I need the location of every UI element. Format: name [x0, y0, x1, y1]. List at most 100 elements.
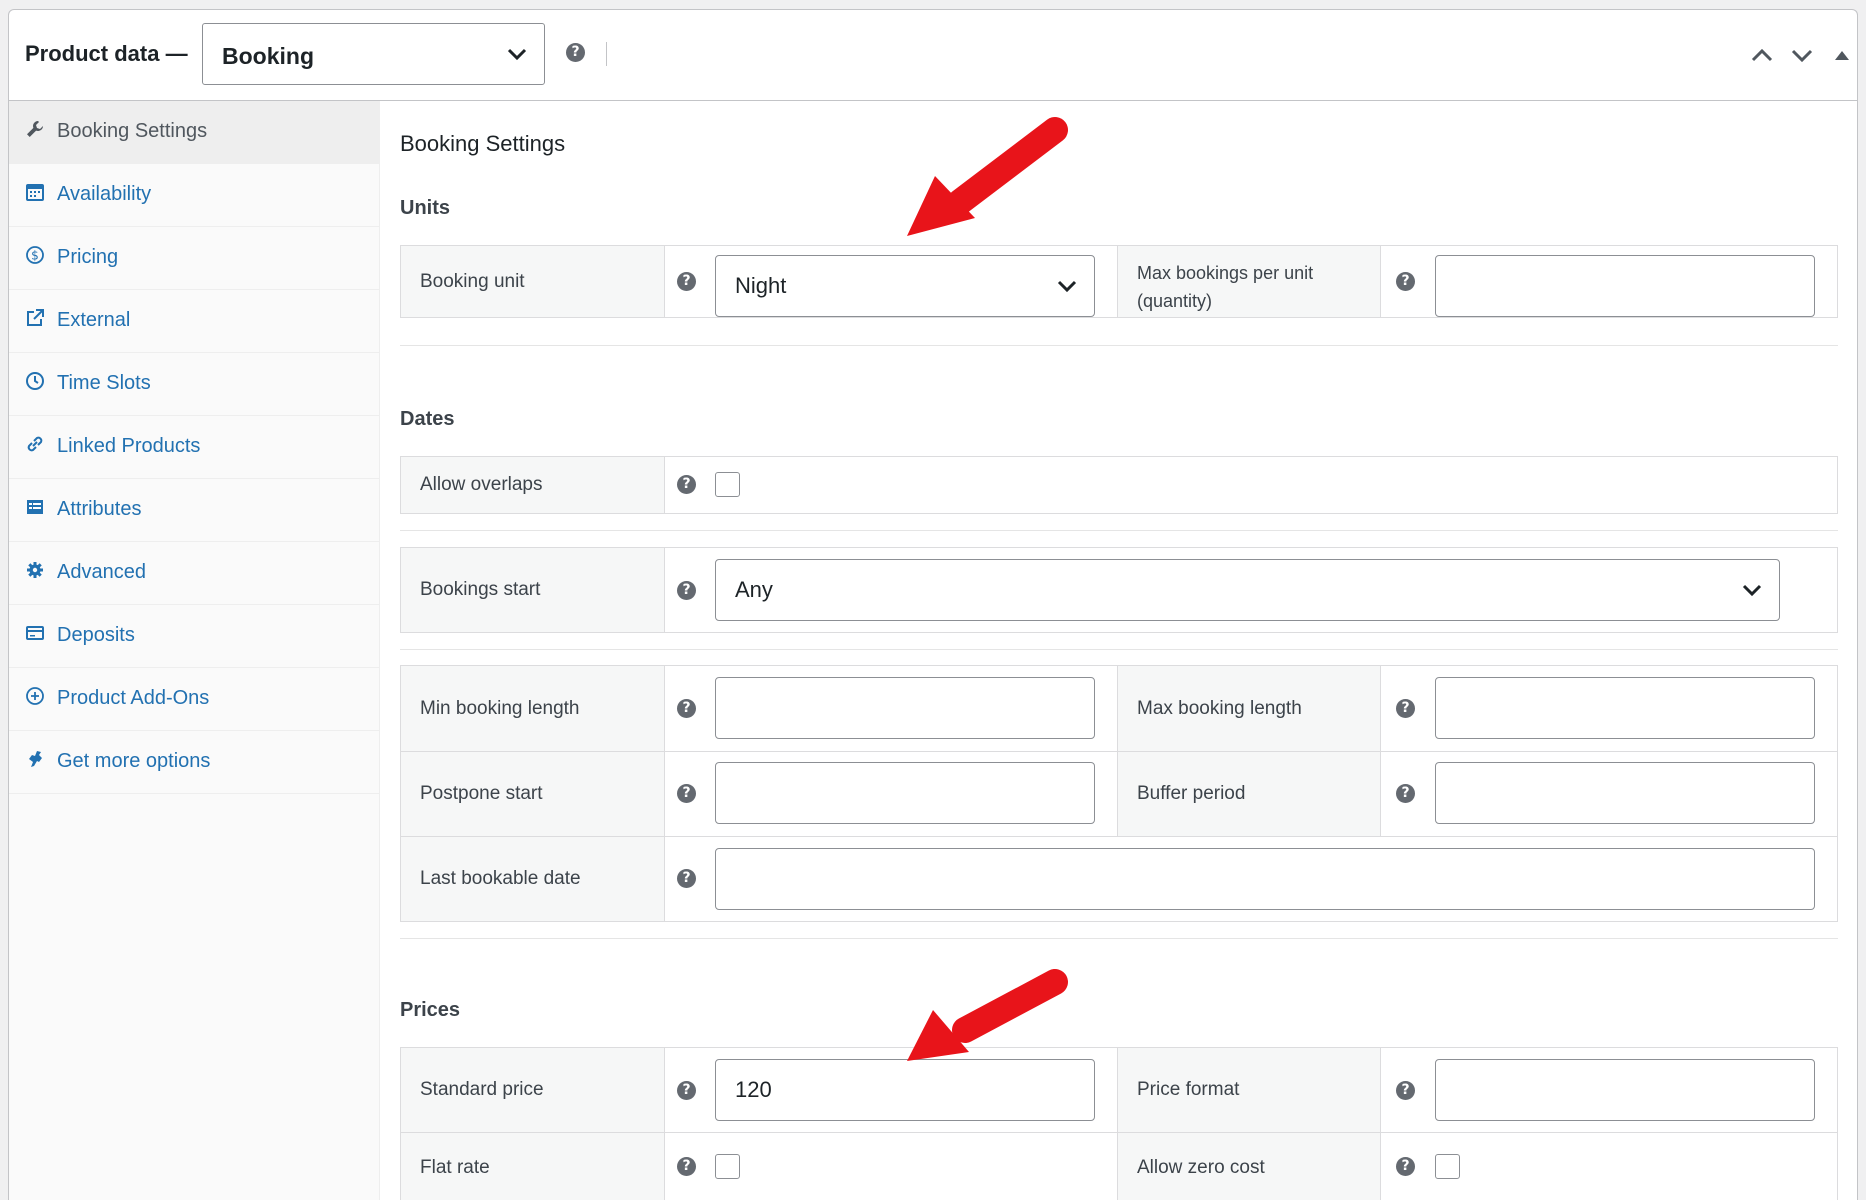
divider [606, 42, 607, 66]
panel-header: Product data — Booking ? [9, 10, 1857, 101]
chevron-down-icon [1057, 280, 1077, 293]
help-icon[interactable]: ? [677, 1081, 696, 1100]
help-icon[interactable]: ? [677, 784, 696, 803]
booking-unit-select[interactable]: Night [715, 255, 1095, 317]
allow-zero-cost-checkbox[interactable] [1435, 1154, 1460, 1179]
annotation-arrow-icon [907, 969, 1068, 1061]
plus-circle-icon [26, 687, 44, 705]
help-icon[interactable]: ? [1396, 1157, 1415, 1176]
chevron-down-icon [1742, 584, 1762, 597]
tab-deposits[interactable]: Deposits [9, 605, 380, 668]
units-heading: Units [400, 197, 450, 219]
tab-label: Linked Products [57, 435, 201, 457]
help-icon[interactable]: ? [1396, 784, 1415, 803]
help-icon[interactable]: ? [1396, 272, 1415, 291]
price-format-label: Price format [1117, 1048, 1381, 1132]
tab-external[interactable]: External [9, 290, 380, 353]
plugin-icon [29, 751, 42, 767]
tab-product-add-ons[interactable]: Product Add-Ons [9, 668, 380, 731]
divider [400, 649, 1838, 650]
bookings-start-value: Any [735, 577, 773, 602]
external-link-icon [27, 309, 44, 326]
buffer-period-label: Buffer period [1117, 752, 1381, 836]
help-icon[interactable]: ? [1396, 1081, 1415, 1100]
tab-label: Booking Settings [57, 120, 208, 142]
annotation-arrow-icon [907, 117, 1068, 236]
help-icon[interactable]: ? [677, 869, 696, 888]
tab-get-more-options[interactable]: Get more options [9, 731, 380, 794]
tab-label: Time Slots [57, 372, 151, 394]
tab-label: Pricing [57, 246, 119, 268]
flat-rate-label: Flat rate [401, 1133, 665, 1200]
min-booking-length-input[interactable] [715, 677, 1095, 739]
tab-availability[interactable]: Availability [9, 164, 380, 227]
booking-settings-panel: Booking Settings Units Booking unit ? Ni… [381, 101, 1859, 1200]
tab-label: External [57, 309, 131, 331]
max-bookings-label: Max bookings per unit (quantity) [1117, 246, 1381, 317]
units-box: Booking unit ? Night Max bookings per un… [400, 245, 1838, 318]
product-type-select[interactable]: Booking [202, 23, 545, 85]
allow-overlaps-label: Allow overlaps [401, 457, 665, 513]
buffer-period-input[interactable] [1435, 762, 1815, 824]
prices-heading: Prices [400, 999, 461, 1021]
card-icon [26, 626, 44, 640]
collapse-toggle-icon[interactable] [1827, 42, 1857, 68]
bookings-start-select[interactable]: Any [715, 559, 1780, 621]
tab-advanced[interactable]: Advanced [9, 542, 380, 605]
tab-label: Get more options [57, 750, 211, 772]
calendar-icon [26, 184, 44, 201]
allow-zero-cost-label: Allow zero cost [1117, 1133, 1381, 1200]
list-table-icon [27, 500, 43, 514]
product-data-tabs: Booking Settings Availability $ Pricing … [9, 101, 380, 1200]
max-booking-length-input[interactable] [1435, 677, 1815, 739]
help-icon[interactable]: ? [677, 581, 696, 600]
tab-label: Availability [57, 183, 152, 205]
tab-linked-products[interactable]: Linked Products [9, 416, 380, 479]
allow-overlaps-box: Allow overlaps ? [400, 456, 1838, 514]
tab-attributes[interactable]: Attributes [9, 479, 380, 542]
label-line: Max bookings per unit [1137, 263, 1314, 283]
link-icon [27, 436, 43, 452]
tab-label: Attributes [57, 498, 142, 520]
help-icon[interactable]: ? [677, 272, 696, 291]
prices-box: Standard price ? 120 Price format ? Flat… [400, 1047, 1838, 1200]
max-booking-length-label: Max booking length [1117, 666, 1381, 751]
help-icon[interactable]: ? [1396, 699, 1415, 718]
bookings-start-label: Bookings start [401, 548, 665, 632]
allow-overlaps-checkbox[interactable] [715, 472, 740, 497]
min-booking-length-label: Min booking length [401, 666, 665, 751]
section-title: Booking Settings [400, 131, 566, 156]
svg-text:$: $ [31, 249, 39, 263]
wrench-icon [27, 121, 43, 137]
help-icon[interactable]: ? [677, 475, 696, 494]
tab-time-slots[interactable]: Time Slots [9, 353, 380, 416]
booking-unit-label: Booking unit [401, 246, 665, 317]
move-up-icon[interactable] [1747, 42, 1777, 68]
divider [400, 530, 1838, 531]
standard-price-label: Standard price [401, 1048, 665, 1132]
booking-length-box: Min booking length ? Max booking length … [400, 665, 1838, 922]
move-down-icon[interactable] [1787, 42, 1817, 68]
tab-pricing[interactable]: $ Pricing [9, 227, 380, 290]
postpone-start-label: Postpone start [401, 752, 665, 836]
divider [400, 345, 1838, 346]
price-format-input[interactable] [1435, 1059, 1815, 1121]
divider [400, 938, 1838, 939]
help-icon[interactable]: ? [677, 699, 696, 718]
help-icon[interactable]: ? [566, 43, 585, 62]
help-icon[interactable]: ? [677, 1157, 696, 1176]
dollar-circle-icon: $ [26, 246, 44, 264]
dates-heading: Dates [400, 408, 455, 430]
tab-booking-settings[interactable]: Booking Settings [9, 101, 380, 164]
gear-icon [27, 562, 43, 578]
tab-label: Product Add-Ons [57, 687, 210, 709]
label-line: (quantity) [1137, 291, 1213, 311]
bookings-start-box: Bookings start ? Any [400, 547, 1838, 633]
postpone-start-input[interactable] [715, 762, 1095, 824]
flat-rate-checkbox[interactable] [715, 1154, 740, 1179]
last-bookable-date-label: Last bookable date [401, 837, 665, 921]
booking-unit-value: Night [735, 273, 787, 298]
max-bookings-input[interactable] [1435, 255, 1815, 317]
chevron-down-icon [507, 48, 527, 61]
last-bookable-date-input[interactable] [715, 848, 1815, 910]
